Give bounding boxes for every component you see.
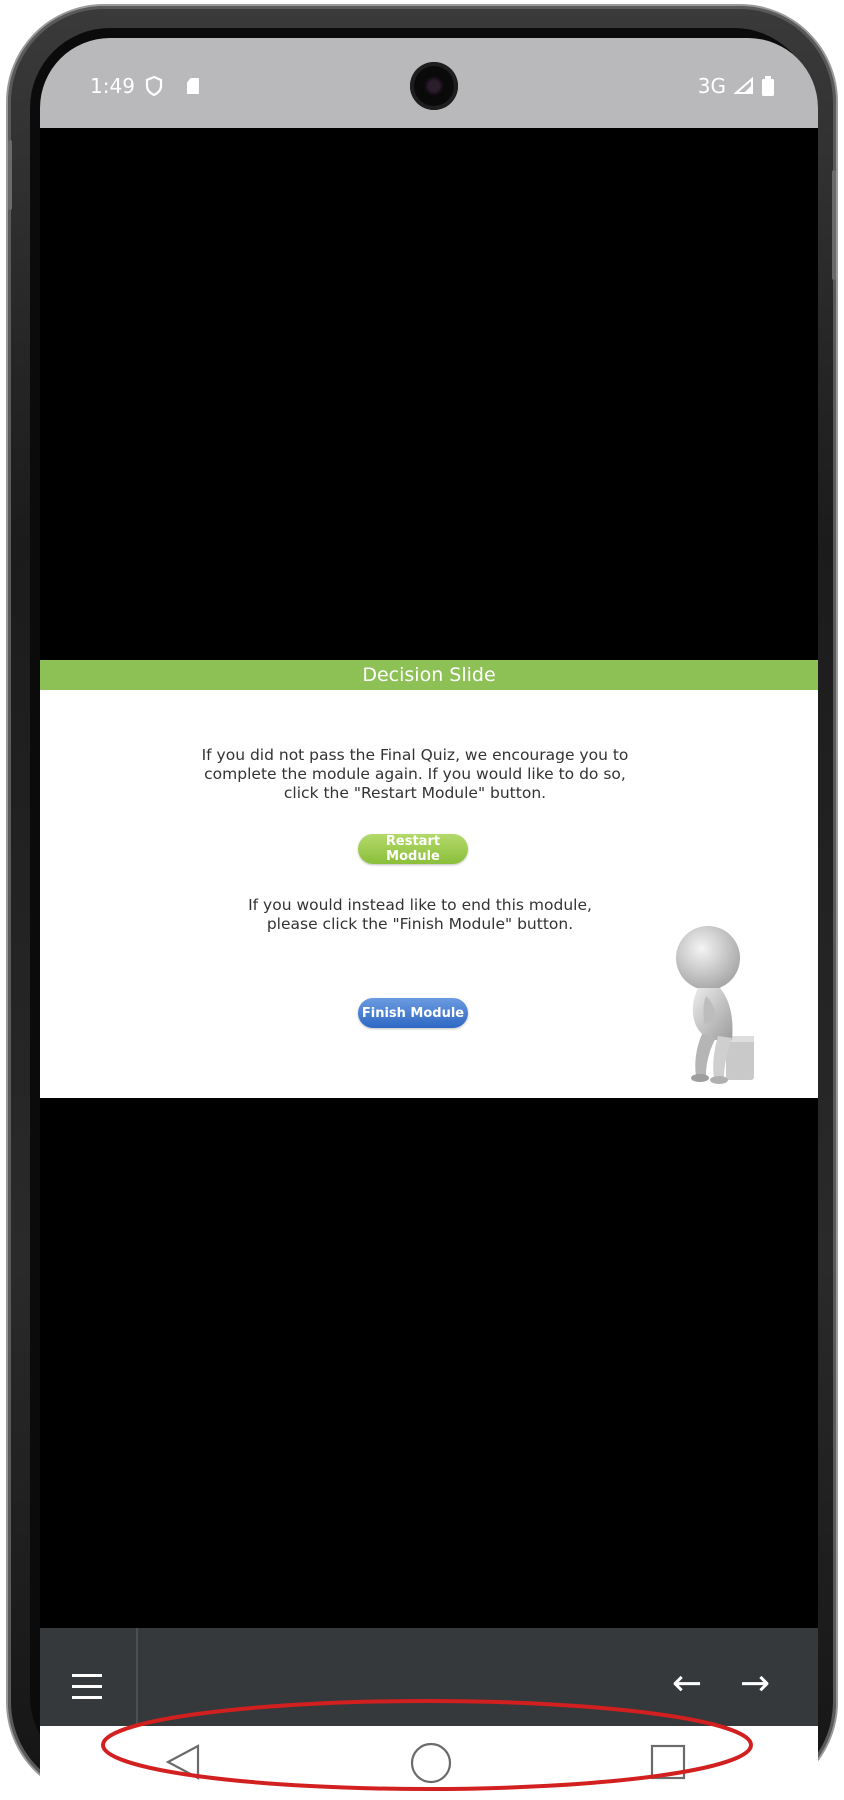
status-right: 3G	[698, 74, 774, 98]
signal-icon	[734, 77, 754, 95]
circle-home-icon[interactable]	[410, 1742, 452, 1784]
sd-card-icon	[186, 78, 199, 94]
front-camera	[410, 62, 458, 110]
player-toolbar: ← →	[40, 1628, 818, 1726]
phone-screen: 1:49 3G Decision Slide If you did not pa…	[40, 38, 818, 1800]
menu-icon[interactable]	[72, 1674, 102, 1700]
slide-header: Decision Slide	[40, 660, 818, 690]
status-left: 1:49	[90, 74, 199, 98]
finish-module-button[interactable]: Finish Module	[358, 998, 468, 1028]
toolbar-divider	[136, 1628, 138, 1726]
decision-slide: Decision Slide If you did not pass the F…	[40, 660, 818, 1098]
restart-module-button[interactable]: Restart Module	[358, 834, 468, 864]
finish-instructions: If you would instead like to end this mo…	[248, 896, 592, 933]
arrow-left-icon[interactable]: ←	[672, 1666, 702, 1702]
square-recents-icon[interactable]	[650, 1744, 686, 1780]
status-bar: 1:49 3G	[40, 38, 818, 128]
thinking-figure-illustration	[676, 926, 754, 1084]
arrow-right-icon[interactable]: →	[740, 1666, 770, 1702]
network-type: 3G	[697, 74, 726, 98]
triangle-back-icon[interactable]	[164, 1742, 204, 1782]
status-time: 1:49	[90, 74, 135, 98]
power-button	[832, 170, 836, 280]
restart-instructions: If you did not pass the Final Quiz, we e…	[201, 746, 629, 802]
shield-icon	[145, 76, 163, 96]
battery-icon	[762, 76, 774, 96]
android-navigation-bar	[40, 1726, 818, 1800]
volume-button	[8, 140, 12, 210]
